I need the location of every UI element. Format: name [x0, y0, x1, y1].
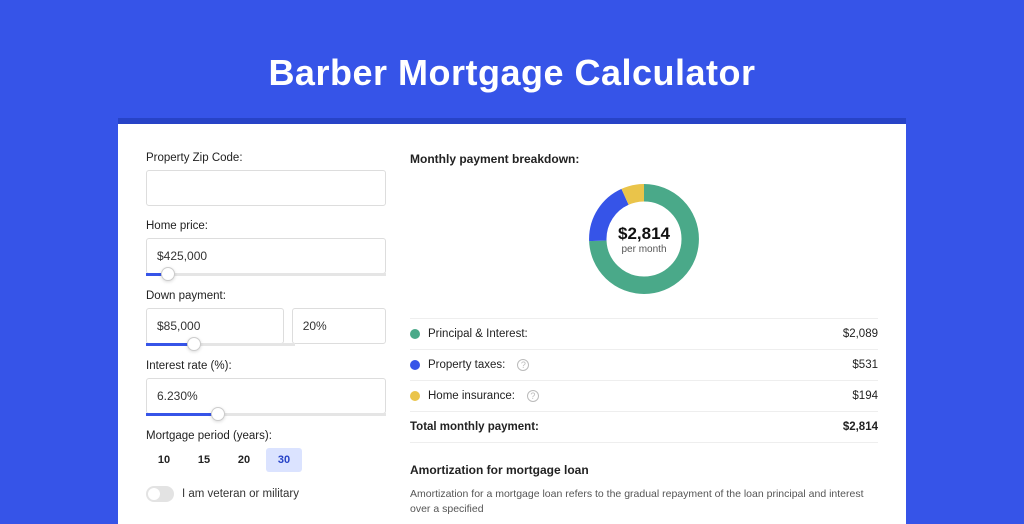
legend-dot-icon — [410, 360, 420, 370]
breakdown-value: $2,089 — [843, 328, 878, 340]
period-button-10[interactable]: 10 — [146, 448, 182, 472]
page-root: Barber Mortgage Calculator Property Zip … — [0, 0, 1024, 512]
down-payment-input[interactable]: $85,000 — [146, 308, 284, 344]
period-section: Mortgage period (years): 10152030 — [146, 430, 386, 472]
breakdown-total-label: Total monthly payment: — [410, 421, 539, 433]
down-payment-slider[interactable] — [146, 343, 295, 346]
home-price-label: Home price: — [146, 220, 386, 232]
zip-label: Property Zip Code: — [146, 152, 386, 164]
breakdown-list: Principal & Interest: $2,089 Property taxe… — [410, 318, 878, 443]
breakdown-value: $531 — [852, 359, 878, 371]
calculator-card: Property Zip Code: Home price: $425,000 … — [118, 124, 906, 524]
breakdown-value: $194 — [852, 390, 878, 402]
donut-amount: $2,814 — [618, 224, 670, 244]
breakdown-label: Property taxes: — [428, 359, 505, 371]
slider-thumb-icon[interactable] — [211, 407, 225, 421]
breakdown-panel: Monthly payment breakdown: $2,814 per mo… — [410, 152, 878, 524]
amortization-title: Amortization for mortgage loan — [410, 463, 878, 477]
legend-dot-icon — [410, 329, 420, 339]
legend-dot-icon — [410, 391, 420, 401]
period-buttons: 10152030 — [146, 448, 386, 472]
period-label: Mortgage period (years): — [146, 430, 386, 442]
donut-sub: per month — [621, 244, 666, 255]
breakdown-row: Principal & Interest: $2,089 — [410, 318, 878, 349]
interest-slider[interactable] — [146, 413, 386, 416]
zip-input[interactable] — [146, 170, 386, 206]
zip-section: Property Zip Code: — [146, 152, 386, 206]
veteran-row: I am veteran or military — [146, 486, 386, 502]
down-payment-pct-input[interactable]: 20% — [292, 308, 386, 344]
breakdown-row: Property taxes:? $531 — [410, 349, 878, 380]
interest-section: Interest rate (%): 6.230% — [146, 360, 386, 416]
breakdown-row: Home insurance:? $194 — [410, 380, 878, 411]
slider-thumb-icon[interactable] — [161, 267, 175, 281]
breakdown-total-row: Total monthly payment: $2,814 — [410, 411, 878, 443]
down-payment-label: Down payment: — [146, 290, 386, 302]
card-border: Property Zip Code: Home price: $425,000 … — [118, 118, 906, 524]
home-price-slider[interactable] — [146, 273, 386, 276]
amortization-section: Amortization for mortgage loan Amortizat… — [410, 463, 878, 516]
breakdown-total-value: $2,814 — [843, 421, 878, 433]
down-payment-section: Down payment: $85,000 20% — [146, 290, 386, 346]
veteran-toggle[interactable] — [146, 486, 174, 502]
slider-thumb-icon[interactable] — [187, 337, 201, 351]
donut-center: $2,814 per month — [583, 178, 705, 300]
breakdown-label: Home insurance: — [428, 390, 515, 402]
period-button-20[interactable]: 20 — [226, 448, 262, 472]
period-button-15[interactable]: 15 — [186, 448, 222, 472]
veteran-label: I am veteran or military — [182, 488, 299, 500]
form-panel: Property Zip Code: Home price: $425,000 … — [146, 152, 386, 524]
breakdown-label: Principal & Interest: — [428, 328, 528, 340]
interest-input[interactable]: 6.230% — [146, 378, 386, 414]
interest-label: Interest rate (%): — [146, 360, 386, 372]
donut-chart: $2,814 per month — [410, 178, 878, 300]
help-icon[interactable]: ? — [527, 390, 539, 402]
breakdown-title: Monthly payment breakdown: — [410, 152, 878, 166]
page-title: Barber Mortgage Calculator — [268, 52, 755, 94]
help-icon[interactable]: ? — [517, 359, 529, 371]
home-price-input[interactable]: $425,000 — [146, 238, 386, 274]
period-button-30[interactable]: 30 — [266, 448, 302, 472]
home-price-section: Home price: $425,000 — [146, 220, 386, 276]
